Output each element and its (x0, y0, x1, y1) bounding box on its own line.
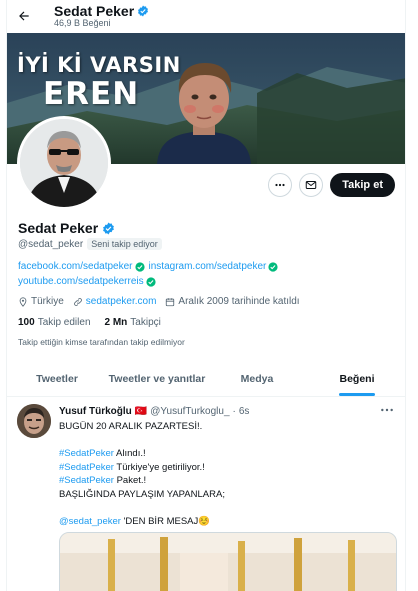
hashtag-link[interactable]: #SedatPeker (59, 475, 114, 486)
bio-links-row-2: youtube.com/sedatpekerreis (18, 276, 156, 287)
header-subtitle: 46,9 B Beğeni (54, 18, 111, 28)
tweet-more-button[interactable] (379, 404, 395, 414)
banner-caption-line2: EREN (43, 76, 140, 112)
tab-media[interactable]: Medya (207, 361, 307, 396)
location-item: Türkiye (18, 296, 64, 307)
followers-link[interactable]: 2 Mn Takipçi (105, 317, 161, 328)
joined-text: Aralık 2009 tarihinde katıldı (178, 296, 300, 307)
not-followed-note: Takip ettiğin kimse tarafından takip edi… (18, 337, 185, 347)
tweet-line-text: Alındı.! (113, 448, 146, 459)
following-label: Takip edilen (37, 317, 91, 328)
turkey-flag-icon: 🇹🇷 (134, 406, 148, 417)
profile-page: Sedat Peker 46,9 B Beğeni İYİ Kİ VARSIN … (6, 0, 406, 591)
top-bar: Sedat Peker 46,9 B Beğeni (7, 0, 405, 32)
profile-tabs: Tweetler Tweetler ve yanıtlar Medya Beğe… (7, 361, 405, 397)
tweet-line-text: Paket.! (113, 475, 147, 486)
tweet-author-avatar[interactable] (17, 404, 51, 438)
banner-caption-line1: İYİ Kİ VARSIN (17, 53, 181, 77)
check-circle-icon (268, 261, 278, 272)
profile-actions: Takip et (268, 173, 395, 197)
profile-meta-row: Türkiye sedatpeker.com Aralık 2009 tarih… (18, 296, 309, 307)
check-circle-icon (134, 261, 145, 272)
arrow-left-icon (19, 11, 29, 21)
handle-row: @sedat_peker Seni takip ediyor (18, 238, 162, 250)
website-item: sedatpeker.com (73, 296, 157, 307)
followers-count: 2 Mn (104, 317, 128, 328)
tweet-line: BUGÜN 20 ARALIK PAZARTESİ!. (59, 421, 203, 432)
followers-label: Takipçi (130, 317, 161, 328)
hashtag-link[interactable]: #SedatPeker (59, 448, 114, 459)
ellipsis-icon (275, 183, 285, 187)
bio-link-instagram[interactable]: instagram.com/sedatpeker (149, 261, 267, 272)
tab-tweets[interactable]: Tweetler (7, 361, 107, 396)
message-button[interactable] (299, 173, 324, 197)
tweet-card[interactable]: Yusuf Türkoğlu 🇹🇷 @YusufTurkoglu_ · 6s B… (7, 398, 405, 591)
profile-name-row: Sedat Peker (18, 220, 115, 236)
link-icon (73, 297, 82, 306)
tweet-text: BUGÜN 20 ARALIK PAZARTESİ!. #SedatPeker … (59, 420, 389, 528)
location-text: Türkiye (31, 296, 64, 307)
follow-button[interactable]: Takip et (330, 173, 395, 197)
verified-badge-icon (138, 5, 149, 17)
tab-likes[interactable]: Beğeni (307, 361, 405, 396)
following-link[interactable]: 100 Takip edilen (18, 317, 91, 328)
follow-counts: 100 Takip edilen 2 Mn Takipçi (18, 317, 161, 328)
mention-link[interactable]: @sedat_peker (59, 516, 121, 527)
follows-you-badge: Seni takip ediyor (87, 238, 162, 250)
verified-badge-icon (103, 222, 115, 234)
ellipsis-icon (381, 408, 393, 412)
tweet-author-handle[interactable]: @YusufTurkoglu_ (150, 406, 229, 417)
hashtag-link[interactable]: #SedatPeker (59, 462, 114, 473)
tab-tweets-and-replies[interactable]: Tweetler ve yanıtlar (107, 361, 207, 396)
tweet-line: #SedatPeker Türkiye'ye getiriliyor.! (59, 461, 389, 475)
calendar-icon (166, 297, 175, 306)
profile-name: Sedat Peker (18, 220, 99, 236)
tweet-line: #SedatPeker Paket.! (59, 474, 389, 488)
profile-handle: @sedat_peker (18, 238, 84, 250)
tweet-line-text: Türkiye'ye getiriliyor.! (113, 461, 205, 473)
more-options-button[interactable] (268, 173, 293, 197)
bio-links-row-1: facebook.com/sedatpeker instagram.com/se… (18, 261, 278, 272)
author-avatar-image (17, 404, 51, 438)
tweet-line: #SedatPeker Alındı.! (59, 447, 389, 461)
joined-item: Aralık 2009 tarihinde katıldı (165, 296, 300, 307)
website-link[interactable]: sedatpeker.com (86, 296, 157, 307)
tweet-time[interactable]: 6s (239, 406, 250, 417)
profile-avatar[interactable] (17, 116, 111, 210)
tweet-line: @sedat_peker 'DEN BİR MESAJ☺️ (59, 515, 389, 529)
avatar-image (20, 119, 108, 207)
bio-link-youtube[interactable]: youtube.com/sedatpekerreis (18, 276, 144, 287)
bio-link-facebook[interactable]: facebook.com/sedatpeker (18, 261, 133, 272)
tweet-line: BAŞLIĞINDA PAYLAŞIM YAPANLARA; (59, 488, 225, 500)
tweet-media[interactable] (59, 532, 397, 591)
tweet-media-image (60, 533, 396, 591)
envelope-icon (305, 181, 317, 189)
check-circle-icon (146, 276, 156, 287)
back-button[interactable] (13, 5, 35, 27)
header-title: Sedat Peker (54, 3, 135, 19)
tweet-author-name[interactable]: Yusuf Türkoğlu (59, 406, 132, 417)
following-count: 100 (18, 317, 35, 328)
tweet-line-text: 'DEN BİR MESAJ☺️ (120, 515, 211, 527)
tweet-header: Yusuf Türkoğlu 🇹🇷 @YusufTurkoglu_ · 6s (59, 406, 249, 417)
header-title-row: Sedat Peker (54, 3, 149, 19)
pin-icon (19, 296, 27, 307)
tweet-separator: · (232, 406, 236, 417)
